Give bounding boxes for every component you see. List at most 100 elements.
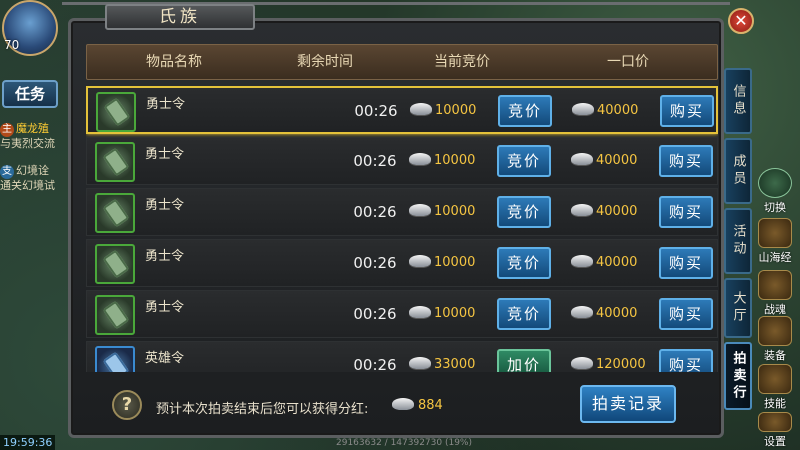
- exp-status: 29163632 / 147392730 (19%): [336, 438, 472, 448]
- task-tab[interactable]: 任务: [2, 80, 58, 108]
- switch-icon: [758, 168, 792, 198]
- current-bid-amount: 10000: [434, 204, 476, 219]
- auction-row[interactable]: 英雄令 00:26 33000 加价 120000 购买: [86, 341, 718, 372]
- switch-button[interactable]: 切换: [752, 168, 798, 215]
- buyout-amount: 40000: [596, 153, 638, 168]
- token-item-icon[interactable]: [95, 142, 135, 182]
- close-button[interactable]: ✕: [728, 8, 754, 34]
- bid-button[interactable]: 竞价: [497, 196, 551, 228]
- current-bid-amount: 33000: [434, 357, 476, 372]
- buyout-price: 40000: [572, 88, 638, 134]
- current-bid-amount: 10000: [434, 306, 476, 321]
- current-bid: 33000: [409, 342, 475, 372]
- side-tab-activity[interactable]: 活动: [724, 208, 752, 274]
- side-tab-auction[interactable]: 拍卖行: [724, 342, 752, 410]
- col-bid: 当前竞价: [434, 54, 490, 70]
- help-button[interactable]: ?: [112, 390, 142, 420]
- silver-ingot-icon: [409, 306, 431, 318]
- bid-button[interactable]: 竞价: [497, 145, 551, 177]
- buy-button[interactable]: 购买: [659, 247, 713, 279]
- dividend-text: 预计本次拍卖结束后您可以获得分红:: [156, 402, 369, 417]
- buy-button[interactable]: 购买: [659, 349, 713, 372]
- skill-label: 技能: [764, 397, 786, 410]
- item-name: 勇士令: [145, 147, 185, 162]
- silver-ingot-icon: [392, 398, 414, 410]
- buy-button[interactable]: 购买: [659, 196, 713, 228]
- current-bid-amount: 10000: [434, 153, 476, 168]
- settings-button[interactable]: 设置: [752, 412, 798, 449]
- buyout-amount: 40000: [596, 204, 638, 219]
- auction-record-button[interactable]: 拍卖记录: [580, 385, 676, 423]
- silver-ingot-icon: [571, 357, 593, 369]
- col-buyout: 一口价: [607, 54, 649, 70]
- auction-row[interactable]: 勇士令 00:26 10000 竞价 40000 购买: [86, 239, 718, 287]
- dividend-value: 884: [392, 398, 443, 413]
- quest-main-tag: 主: [0, 123, 14, 137]
- gear-icon: [758, 412, 792, 432]
- buy-button[interactable]: 购买: [659, 145, 713, 177]
- bid-button[interactable]: 加价: [497, 349, 551, 372]
- silver-ingot-icon: [571, 255, 593, 267]
- current-bid: 10000: [409, 138, 475, 184]
- item-name: 勇士令: [146, 97, 186, 112]
- quest-main-title: 魔龙殖: [16, 122, 49, 135]
- current-bid: 10000: [410, 88, 476, 134]
- auction-list[interactable]: 勇士令 00:26 10000 竞价 40000 购买 勇士令 00:26 10000 竞价 400…: [86, 86, 718, 372]
- equipment-icon: [758, 316, 792, 346]
- quest-side-desc: 通关幻境试: [0, 179, 55, 192]
- battle-soul-button[interactable]: 战魂: [752, 270, 798, 317]
- switch-label: 切换: [764, 201, 786, 214]
- current-bid: 10000: [409, 291, 475, 337]
- soul-icon: [758, 270, 792, 300]
- silver-ingot-icon: [409, 255, 431, 267]
- book-icon: [758, 218, 792, 248]
- side-tab-info[interactable]: 信息: [724, 68, 752, 134]
- token-item-icon[interactable]: [95, 244, 135, 284]
- settings-label: 设置: [764, 435, 786, 448]
- col-time: 剩余时间: [297, 54, 353, 70]
- bid-button[interactable]: 竞价: [498, 95, 552, 127]
- col-name: 物品名称: [146, 54, 202, 70]
- skill-icon: [758, 364, 792, 394]
- player-level: 70: [4, 38, 20, 52]
- item-name: 勇士令: [145, 249, 185, 264]
- auction-row[interactable]: 勇士令 00:26 10000 竞价 40000 购买: [86, 137, 718, 185]
- quest-side[interactable]: 支幻境诠 通关幻境试: [0, 164, 72, 193]
- silver-ingot-icon: [409, 204, 431, 216]
- panel-title: 氏族: [105, 4, 255, 30]
- silver-ingot-icon: [410, 103, 432, 115]
- auction-row[interactable]: 勇士令 00:26 10000 竞价 40000 购买: [86, 188, 718, 236]
- current-bid-amount: 10000: [434, 255, 476, 270]
- quest-side-tag: 支: [0, 165, 14, 179]
- silver-ingot-icon: [571, 306, 593, 318]
- token-item-icon[interactable]: [95, 193, 135, 233]
- buyout-amount: 40000: [596, 255, 638, 270]
- shanhaijing-button[interactable]: 山海经: [752, 218, 798, 265]
- current-bid: 10000: [409, 189, 475, 235]
- question-icon: ?: [121, 394, 133, 415]
- current-bid-amount: 10000: [435, 103, 477, 118]
- side-tab-members[interactable]: 成员: [724, 138, 752, 204]
- bid-button[interactable]: 竞价: [497, 247, 551, 279]
- bid-button[interactable]: 竞价: [497, 298, 551, 330]
- token-item-icon[interactable]: [96, 92, 136, 132]
- quest-side-title: 幻境诠: [16, 164, 49, 177]
- buyout-amount: 40000: [596, 306, 638, 321]
- buy-button[interactable]: 购买: [660, 95, 714, 127]
- auction-row[interactable]: 勇士令 00:26 10000 竞价 40000 购买: [86, 86, 718, 134]
- equipment-label: 装备: [764, 349, 786, 362]
- quest-main[interactable]: 主魔龙殖 与夷烈交流: [0, 122, 72, 151]
- shanhaijing-label: 山海经: [758, 251, 792, 264]
- auction-row[interactable]: 勇士令 00:26 10000 竞价 40000 购买: [86, 290, 718, 338]
- token-item-icon[interactable]: [95, 295, 135, 335]
- buy-button[interactable]: 购买: [659, 298, 713, 330]
- side-tab-hall[interactable]: 大厅: [724, 278, 752, 338]
- quest-main-desc: 与夷烈交流: [0, 137, 55, 150]
- token-item-icon[interactable]: [95, 346, 135, 372]
- item-name: 英雄令: [145, 351, 185, 366]
- silver-ingot-icon: [571, 153, 593, 165]
- close-icon: ✕: [734, 11, 748, 30]
- skill-button[interactable]: 技能: [752, 364, 798, 411]
- equipment-button[interactable]: 装备: [752, 316, 798, 363]
- buyout-amount: 120000: [596, 357, 646, 372]
